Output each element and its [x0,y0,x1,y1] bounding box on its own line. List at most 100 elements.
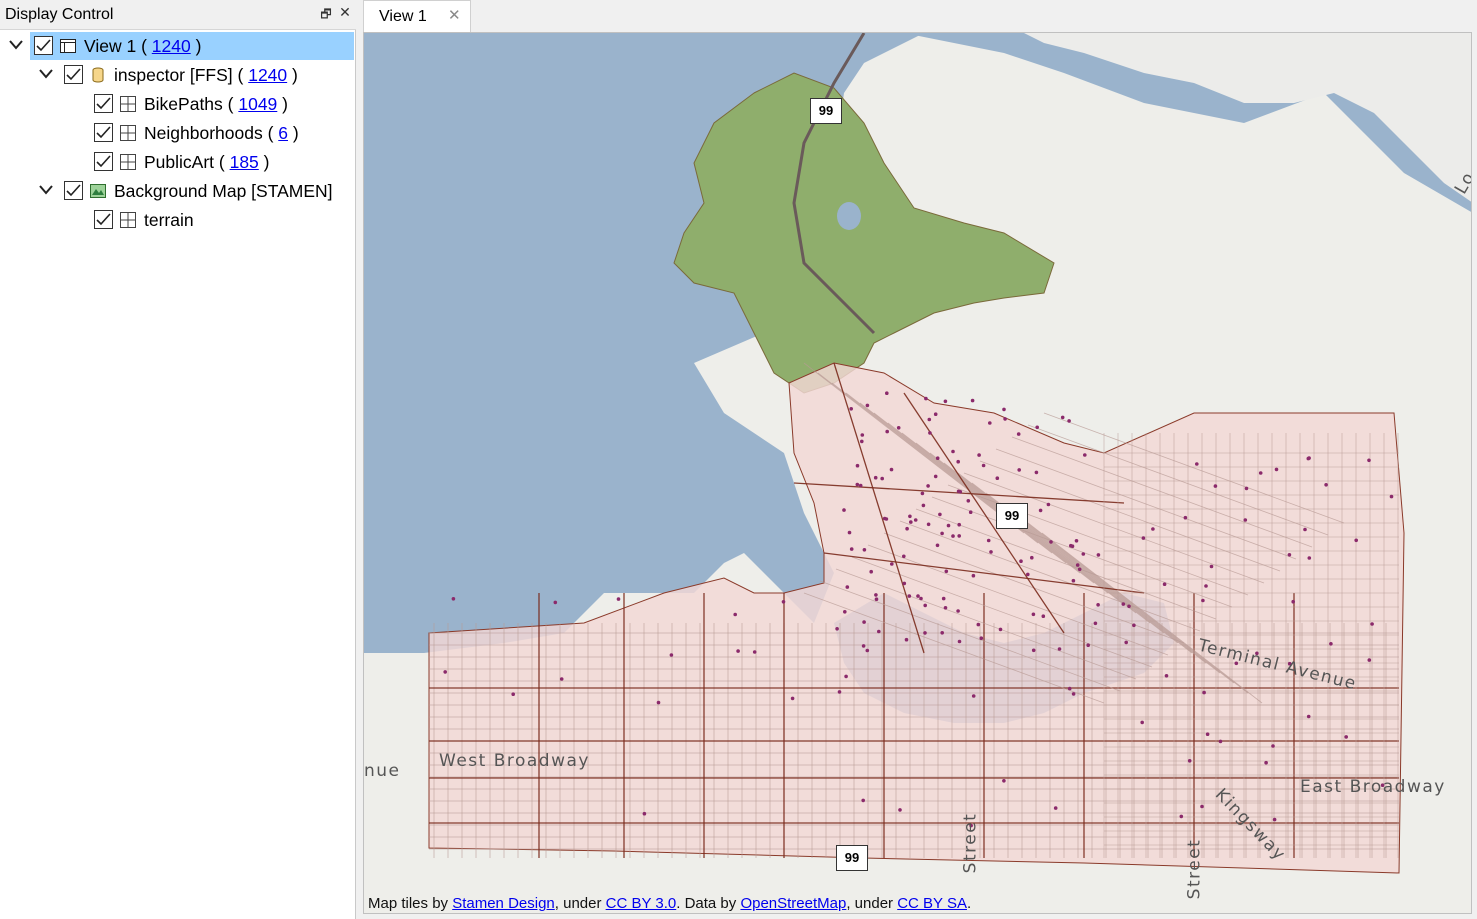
public-art-point [1151,527,1155,531]
map-canvas[interactable]: 99 99 99 West Broadway East Broadway Ter… [363,32,1472,914]
tab-view1[interactable]: View 1 ✕ [363,0,471,32]
public-art-point [976,622,981,627]
public-art-point [1034,470,1039,475]
tree-item-label: PublicArt [144,152,215,172]
public-art-point [865,403,870,408]
public-art-point [781,600,786,604]
public-art-point [941,596,946,601]
public-art-point [981,463,986,468]
public-art-point [1258,471,1263,475]
chevron-down-icon[interactable] [38,177,54,205]
public-art-point [873,475,878,480]
count-link[interactable]: 6 [278,123,288,143]
public-art-point [845,585,850,589]
public-art-point [951,449,955,454]
chevron-down-icon[interactable] [8,32,24,60]
public-art-point [1093,621,1098,626]
tree-item-background-map[interactable]: Background Map [STAMEN] [39,177,354,205]
public-art-point [1354,538,1358,543]
public-art-point [511,692,515,696]
count-link[interactable]: 185 [230,152,259,172]
public-art-point [971,694,976,698]
public-art-point [1127,604,1131,609]
public-art-point [882,516,887,521]
public-art-point [968,510,973,514]
public-art-point [889,467,894,472]
public-art-point [935,543,940,548]
checkbox-publicart[interactable] [94,152,113,171]
public-art-point [1367,458,1371,463]
checkbox-background-map[interactable] [64,181,83,200]
public-art-point [956,459,960,464]
tree-item-label: View 1 [84,36,137,56]
close-panel-icon[interactable]: ✕ [337,4,353,22]
public-art-point [896,426,901,430]
public-art-point [1096,553,1101,557]
street-label-nue: nue [364,761,401,781]
public-art-point [1121,602,1126,606]
public-art-point [1195,462,1199,466]
public-art-point [616,597,621,601]
display-control-panel: Display Control 🗗 ✕ View 1 ( 1240 ) insp… [0,0,356,919]
table-grid-icon [120,212,136,228]
checkbox-bikepaths[interactable] [94,94,113,113]
public-art-point [1002,779,1006,783]
tree-item-publicart[interactable]: PublicArt ( 185 ) [90,148,354,176]
map-attribution: Map tiles by Stamen Design, under CC BY … [368,895,971,912]
public-art-point [1141,536,1146,540]
public-art-point [957,534,961,538]
public-art-point [1077,567,1082,572]
public-art-point [970,398,975,403]
tree-item-view1[interactable]: View 1 ( 1240 ) [9,32,354,60]
public-art-point [736,649,740,653]
public-art-point [877,629,881,634]
public-art-point [1287,553,1292,557]
count-link[interactable]: 1240 [152,36,191,56]
tree-item-label: inspector [FFS] [114,65,233,85]
tree-item-neighborhoods[interactable]: Neighborhoods ( 6 ) [90,119,354,147]
public-art-point [837,690,842,694]
chevron-down-icon[interactable] [38,61,54,89]
checkbox-terrain[interactable] [94,210,113,229]
public-art-point [1164,674,1169,678]
public-art-point [957,639,962,644]
public-art-point [642,811,647,816]
public-art-point [1067,419,1071,423]
float-panel-icon[interactable]: 🗗 [318,5,334,23]
public-art-point [989,550,993,554]
public-art-point [443,670,447,674]
public-art-point [843,610,847,614]
attrib-link-osm[interactable]: OpenStreetMap [740,895,846,912]
street-label-street: Street [960,812,981,874]
attrib-link-ccbysa[interactable]: CC BY SA [897,895,967,912]
public-art-point [849,407,853,411]
public-art-point [923,631,927,635]
checkbox-inspector[interactable] [64,65,83,84]
public-art-point [874,593,878,597]
public-art-point [861,798,865,803]
public-art-point [862,620,866,624]
public-art-point [1026,572,1030,577]
tree-item-label: terrain [144,210,194,230]
attrib-text: Map tiles by [368,895,453,912]
public-art-point [1213,484,1218,488]
close-tab-icon[interactable]: ✕ [448,6,461,24]
count-open: ( [136,36,152,56]
public-art-point [1074,539,1079,543]
tree-item-bikepaths[interactable]: BikePaths ( 1049 ) [90,90,354,118]
public-art-point [1274,467,1279,472]
tree-item-inspector[interactable]: inspector [FFS] ( 1240 ) [39,61,354,89]
tab-label: View 1 [379,8,427,25]
tree-item-terrain[interactable]: terrain [90,206,354,234]
count-link[interactable]: 1240 [248,65,287,85]
public-art-point [849,547,854,551]
count-link[interactable]: 1049 [238,94,277,114]
public-art-point [1218,739,1223,744]
public-art-point [1053,806,1058,810]
attrib-link-stamen[interactable]: Stamen Design [452,895,555,912]
checkbox-view1[interactable] [34,36,53,55]
checkbox-neighborhoods[interactable] [94,123,113,142]
public-art-point [862,548,867,552]
attrib-link-ccby[interactable]: CC BY 3.0 [606,895,677,912]
public-art-point [842,508,846,512]
